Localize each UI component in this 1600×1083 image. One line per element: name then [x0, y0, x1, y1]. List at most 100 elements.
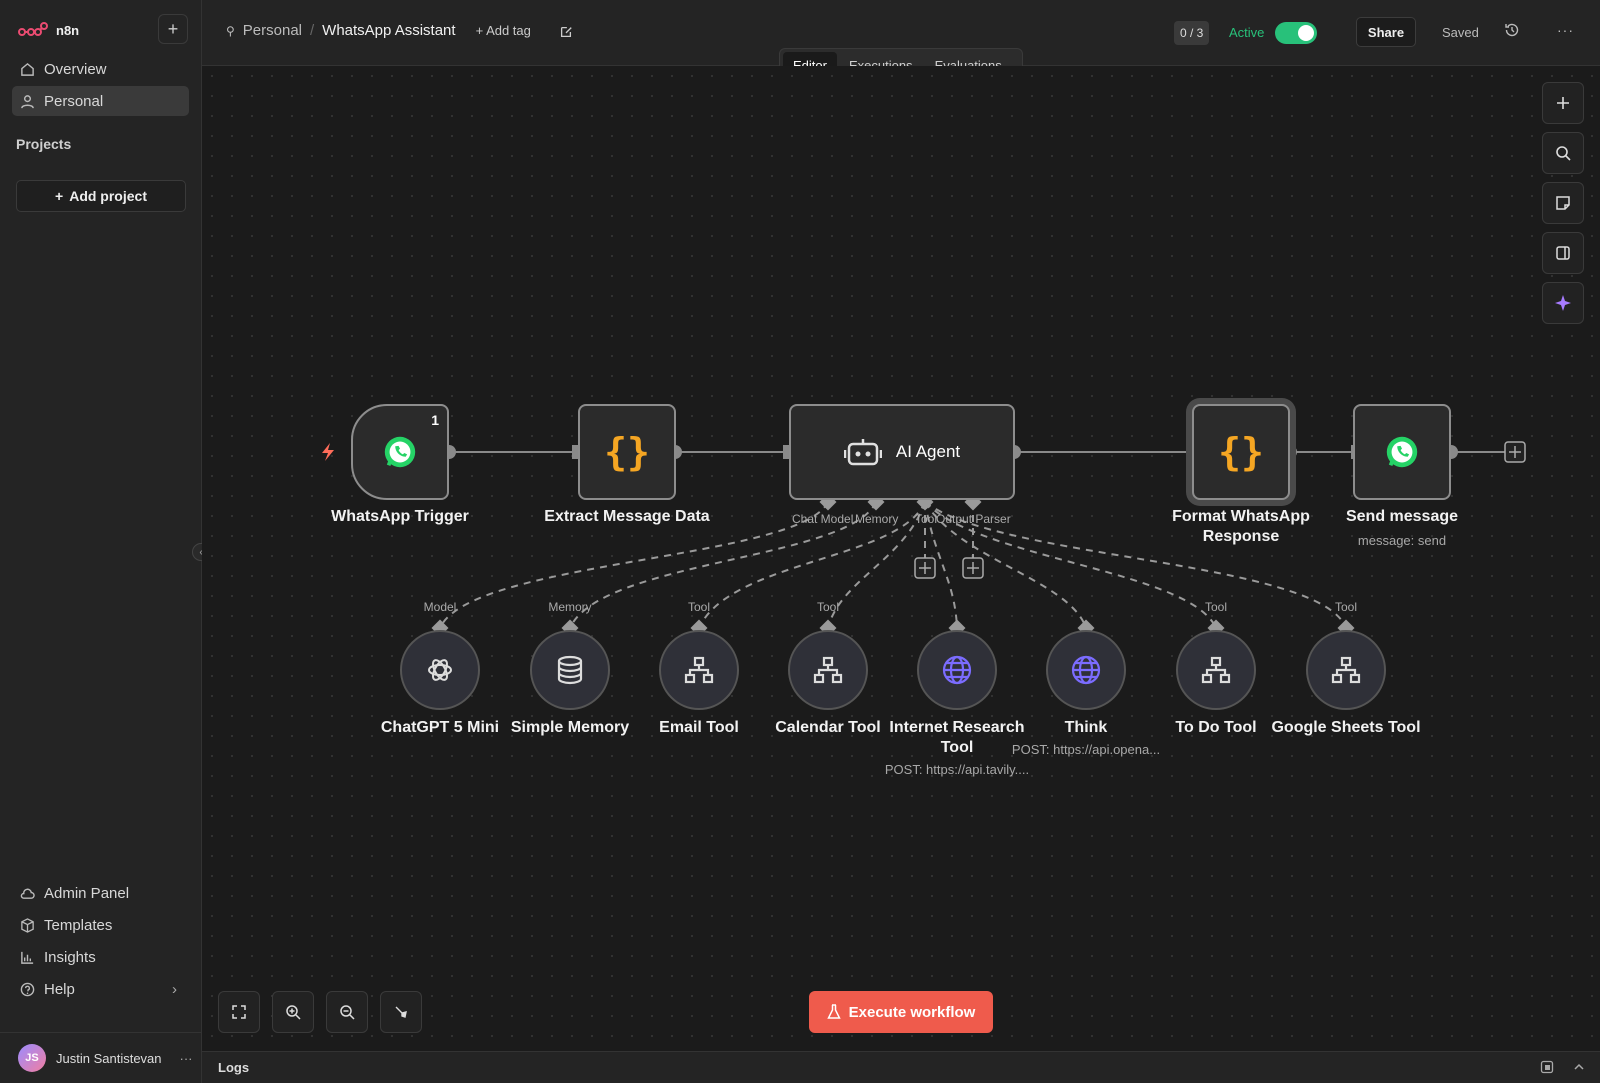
plus-icon: [1557, 97, 1569, 109]
sidebar-item-insights[interactable]: Insights: [12, 942, 189, 972]
add-tag-button[interactable]: + Add tag: [476, 23, 531, 38]
port-label-memory: Memory: [855, 512, 899, 526]
node-chatgpt-5-mini[interactable]: [400, 630, 480, 710]
help-icon: [20, 982, 35, 996]
flask-icon: [826, 1004, 841, 1019]
active-toggle[interactable]: [1275, 22, 1317, 44]
sidebar-item-label: Help: [44, 980, 75, 998]
sub-port-label: Tool: [1204, 600, 1227, 614]
node-think[interactable]: [1046, 630, 1126, 710]
node-simple-memory[interactable]: [530, 630, 610, 710]
zoom-out-button[interactable]: [326, 991, 368, 1033]
user-more-icon[interactable]: ···: [180, 1051, 193, 1066]
port-label-chat-model: Chat Model: [792, 512, 854, 526]
breadcrumb-project[interactable]: Personal: [243, 22, 302, 39]
sidebar-item-label: Overview: [44, 60, 107, 78]
sub-port-label: Tool: [1334, 600, 1357, 614]
share-button[interactable]: Share: [1356, 17, 1416, 47]
breadcrumb-separator: /: [310, 22, 315, 39]
logs-panel[interactable]: Logs: [202, 1051, 1600, 1083]
n8n-logo-icon: [18, 22, 48, 36]
sidebar-item-label: Personal: [44, 92, 104, 110]
execution-count-badge: 1: [431, 412, 439, 428]
sub-port-label: Model: [423, 600, 457, 614]
ai-assistant-button[interactable]: [1542, 282, 1584, 324]
workflow-title[interactable]: WhatsApp Assistant: [322, 22, 455, 39]
node-subtitle: POST: https://api.opena...: [1011, 742, 1161, 757]
zoom-out-icon: [340, 1005, 355, 1020]
node-label: Calendar Tool: [775, 719, 881, 736]
code-braces-icon: {}: [1218, 430, 1264, 474]
sidebar-item-help[interactable]: Help ›: [12, 974, 189, 1004]
node-email-tool[interactable]: [659, 630, 739, 710]
node-to-do-tool[interactable]: [1176, 630, 1256, 710]
user-menu[interactable]: JS Justin Santistevan ···: [0, 1032, 201, 1083]
sparkle-icon: [1555, 295, 1571, 311]
sidebar-item-personal[interactable]: Personal: [12, 86, 189, 116]
globe-icon: [1071, 655, 1101, 685]
add-node-button[interactable]: [1542, 82, 1584, 124]
user-icon: ⚲: [226, 23, 235, 38]
node-ai-agent[interactable]: AI Agent: [789, 404, 1015, 500]
node-label: WhatsApp Trigger: [331, 508, 469, 525]
chevron-up-icon[interactable]: [1572, 1060, 1586, 1074]
node-label: Format WhatsApp Response: [1172, 508, 1310, 545]
brush-icon: [395, 1006, 407, 1018]
popout-icon[interactable]: [1540, 1060, 1554, 1074]
globe-icon: [942, 655, 972, 685]
sub-port-label: Tool: [816, 600, 839, 614]
canvas-right-toolbar: [1542, 82, 1584, 324]
saved-status: Saved: [1442, 25, 1479, 40]
tidy-up-button[interactable]: [380, 991, 422, 1033]
workflow-icon: [684, 656, 714, 684]
logo[interactable]: n8n: [18, 16, 79, 44]
node-label: ChatGPT 5 Mini: [380, 719, 500, 736]
workflow-icon: [1331, 656, 1361, 684]
add-sticky-note-button[interactable]: [1542, 182, 1584, 224]
execute-workflow-button[interactable]: Execute workflow: [809, 991, 993, 1033]
zoom-in-button[interactable]: [272, 991, 314, 1033]
more-options-icon[interactable]: ···: [1557, 22, 1574, 38]
node-label: To Do Tool: [1175, 719, 1257, 736]
node-calendar-tool[interactable]: [788, 630, 868, 710]
add-project-button[interactable]: + Add project: [16, 180, 186, 212]
avatar: JS: [18, 1044, 46, 1072]
node-label: Think: [1064, 719, 1108, 736]
chart-icon: [21, 951, 34, 964]
sub-port-label: Memory: [548, 600, 592, 614]
node-label: Email Tool: [659, 719, 739, 736]
cloud-icon: [20, 888, 35, 899]
node-subtitle: POST: https://api.tavily....: [884, 762, 1030, 777]
code-braces-icon: {}: [604, 430, 650, 474]
node-internet-research-tool[interactable]: [917, 630, 997, 710]
create-button[interactable]: +: [158, 14, 188, 44]
history-icon[interactable]: [1504, 22, 1520, 38]
node-label: Google Sheets Tool: [1271, 719, 1421, 736]
node-google-sheets-tool[interactable]: [1306, 630, 1386, 710]
home-icon: [21, 62, 34, 76]
whatsapp-icon: [1386, 436, 1418, 468]
port-label-tool: Tool: [915, 512, 938, 526]
sidebar-item-admin-panel[interactable]: Admin Panel: [12, 878, 189, 908]
robot-icon: [843, 439, 882, 466]
search-nodes-button[interactable]: [1542, 132, 1584, 174]
node-format-whatsapp-response[interactable]: {}: [1192, 404, 1290, 500]
sidebar-item-templates[interactable]: Templates: [12, 910, 189, 940]
node-send-message[interactable]: [1353, 404, 1451, 500]
sidebar-item-label: Templates: [44, 916, 113, 934]
openai-icon: [428, 659, 452, 681]
workflow-icon: [813, 656, 843, 684]
toggle-panel-button[interactable]: [1542, 232, 1584, 274]
sidebar-item-overview[interactable]: Overview: [12, 54, 189, 84]
panel-icon: [1556, 246, 1570, 260]
workflow-canvas[interactable]: [202, 66, 1600, 1051]
fit-view-button[interactable]: [218, 991, 260, 1033]
active-label: Active: [1229, 25, 1265, 40]
sidebar: n8n + Overview Personal Projects + Add p…: [0, 0, 202, 1083]
node-label: Send message: [1345, 508, 1459, 525]
add-project-label: Add project: [69, 188, 147, 204]
node-label: Extract Message Data: [544, 508, 710, 525]
edit-description-icon[interactable]: [554, 20, 578, 44]
node-whatsapp-trigger[interactable]: 1: [351, 404, 449, 500]
node-extract-message-data[interactable]: {}: [578, 404, 676, 500]
